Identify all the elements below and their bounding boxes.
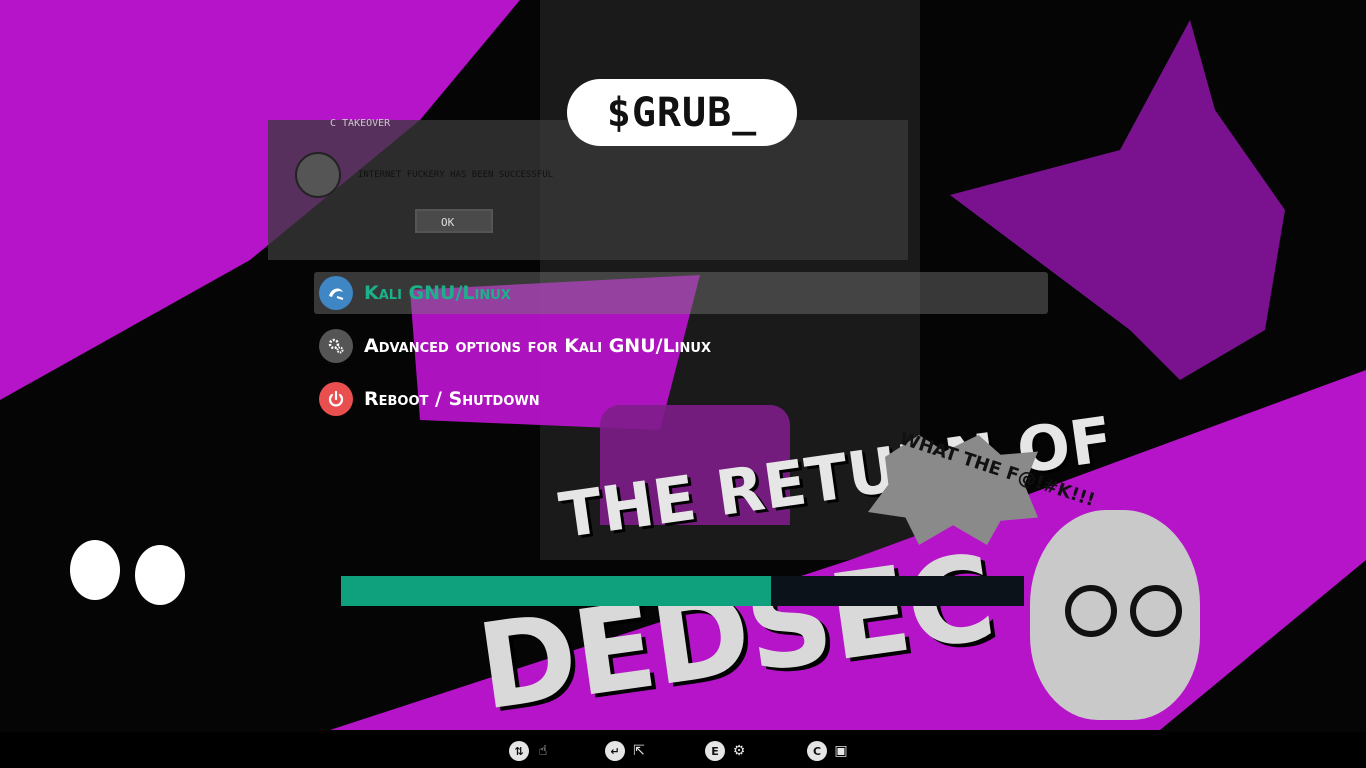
gears-icon bbox=[319, 329, 353, 363]
edit-gear-icon: ⚙ bbox=[732, 743, 746, 759]
bg-cartoon-eyes bbox=[70, 540, 120, 600]
bg-dialog-message: INTERNET FUCKERY HAS BEEN SUCCESSFUL bbox=[358, 170, 554, 180]
boot-progress-bar bbox=[341, 576, 1024, 606]
hand-pointer-icon: ☝ bbox=[538, 743, 548, 759]
hint-bar bbox=[0, 732, 1366, 768]
bg-dialog-ok: OK bbox=[415, 209, 493, 233]
info-icon bbox=[295, 152, 341, 198]
bg-glasses-right bbox=[1130, 585, 1182, 637]
menu-entry-label: Kali GNU/Linux bbox=[364, 282, 511, 304]
menu-entry-kali[interactable]: Kali GNU/Linux bbox=[314, 272, 1048, 314]
menu-entry-reboot[interactable]: Reboot / Shutdown bbox=[314, 378, 1048, 420]
boot-menu: Kali GNU/Linux Advanced options for Kali… bbox=[314, 272, 1048, 431]
bg-glasses-left bbox=[1065, 585, 1117, 637]
menu-entry-label: Advanced options for Kali GNU/Linux bbox=[364, 335, 711, 357]
hint-boot: ↵ ⇱ bbox=[605, 741, 647, 761]
hint-console: C ▣ bbox=[807, 741, 849, 761]
kali-dragon-icon bbox=[319, 276, 353, 310]
power-icon bbox=[319, 382, 353, 416]
key-arrows: ⇅ bbox=[509, 741, 529, 761]
hint-edit: E ⚙ bbox=[705, 741, 747, 761]
hint-navigate: ⇅ ☝ bbox=[509, 741, 551, 761]
console-icon: ▣ bbox=[834, 743, 848, 759]
key-enter: ↵ bbox=[605, 741, 625, 761]
grub-title: $GRUB_ bbox=[567, 79, 797, 146]
key-e: E bbox=[705, 741, 725, 761]
boot-icon: ⇱ bbox=[633, 743, 645, 759]
bg-dialog-title: C TAKEOVER bbox=[330, 118, 391, 129]
menu-entry-advanced[interactable]: Advanced options for Kali GNU/Linux bbox=[314, 325, 1048, 367]
menu-entry-label: Reboot / Shutdown bbox=[364, 388, 540, 410]
grub-title-text: $GRUB_ bbox=[606, 89, 758, 136]
key-c: C bbox=[807, 741, 827, 761]
boot-progress-fill bbox=[341, 576, 772, 606]
